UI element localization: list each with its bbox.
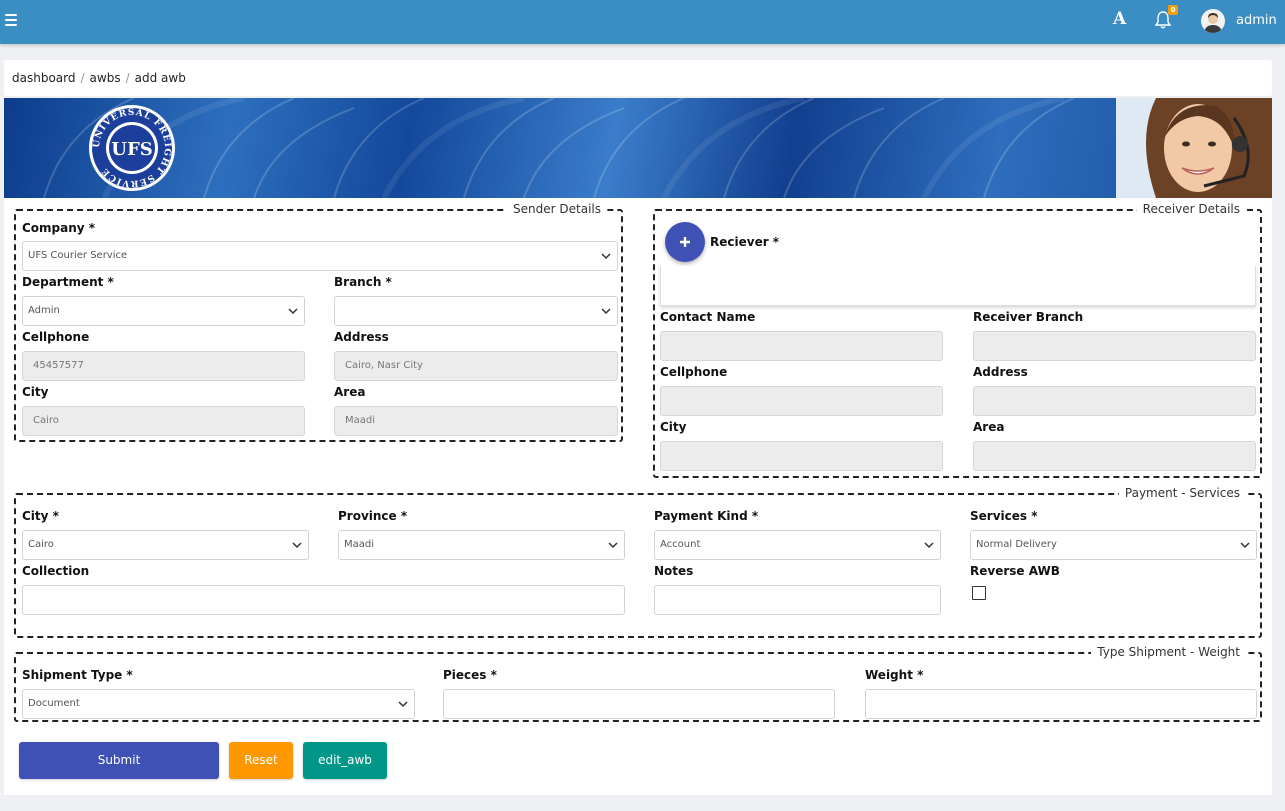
chevron-down-icon <box>924 542 934 549</box>
breadcrumb-awbs[interactable]: awbs <box>90 71 121 85</box>
contact-name-label: Contact Name <box>660 310 756 324</box>
breadcrumb-dashboard[interactable]: dashboard <box>12 71 75 85</box>
ufs-logo: UNIVERSAL FREIGHT SERVICE UFS <box>89 105 175 191</box>
payment-services-section: Payment - Services City * Cairo Province… <box>14 486 1262 638</box>
add-awb-card: UNIVERSAL FREIGHT SERVICE UFS Sender Det… <box>4 98 1272 795</box>
receiver-cellphone-field <box>660 386 943 416</box>
branch-select[interactable] <box>334 296 618 326</box>
receiver-autocomplete-input[interactable] <box>660 266 1256 306</box>
branch-label: Branch * <box>334 275 392 289</box>
payment-city-select[interactable]: Cairo <box>22 530 309 560</box>
reverse-awb-checkbox[interactable] <box>972 586 986 600</box>
sender-cellphone-label: Cellphone <box>22 330 90 344</box>
shipment-type-select[interactable]: Document <box>22 689 415 719</box>
chevron-down-icon <box>601 308 611 315</box>
payment-services-legend: Payment - Services <box>1118 486 1246 500</box>
payment-city-value: Cairo <box>28 539 54 550</box>
payment-city-label: City * <box>22 509 59 523</box>
notification-badge: 0 <box>1168 5 1178 15</box>
services-label: Services * <box>970 509 1038 523</box>
collection-input[interactable] <box>22 585 625 615</box>
sender-area-label: Area <box>334 385 366 399</box>
menu-icon[interactable] <box>5 14 17 26</box>
user-name[interactable]: admin <box>1236 13 1277 28</box>
receiver-address-field <box>973 386 1256 416</box>
contact-name-field <box>660 331 943 361</box>
receiver-city-field <box>660 441 943 471</box>
sender-city-field: Cairo <box>22 406 305 436</box>
sender-city-label: City <box>22 385 49 399</box>
add-receiver-button[interactable] <box>665 222 705 262</box>
department-label: Department * <box>22 275 114 289</box>
receiver-area-field <box>973 441 1256 471</box>
pieces-label: Pieces * <box>443 668 497 682</box>
notes-input[interactable] <box>654 585 941 615</box>
font-size-icon[interactable]: A <box>1113 9 1126 29</box>
shipment-weight-section: Type Shipment - Weight Shipment Type * D… <box>14 645 1262 722</box>
receiver-label: Reciever * <box>710 235 780 249</box>
top-navbar: A 0 admin <box>0 0 1285 44</box>
reset-button[interactable]: Reset <box>229 742 293 779</box>
user-avatar[interactable] <box>1201 9 1225 33</box>
weight-input[interactable] <box>865 689 1257 719</box>
chevron-down-icon <box>398 701 408 708</box>
shipment-weight-legend: Type Shipment - Weight <box>1091 645 1246 659</box>
notes-label: Notes <box>654 564 694 578</box>
payment-kind-value: Account <box>660 539 701 550</box>
sender-cellphone-field: 45457577 <box>22 351 305 381</box>
receiver-branch-label: Receiver Branch <box>973 310 1084 324</box>
pieces-input[interactable] <box>443 689 835 719</box>
edit-awb-button[interactable]: edit_awb <box>303 742 387 779</box>
breadcrumb: dashboard / awbs / add awb <box>4 60 1272 96</box>
receiver-address-label: Address <box>973 365 1028 379</box>
receiver-branch-field <box>973 331 1256 361</box>
shipment-type-label: Shipment Type * <box>22 668 133 682</box>
services-select[interactable]: Normal Delivery <box>970 530 1257 560</box>
collection-label: Collection <box>22 564 90 578</box>
receiver-details-legend: Receiver Details <box>1136 202 1246 216</box>
chevron-down-icon <box>601 253 611 260</box>
payment-kind-select[interactable]: Account <box>654 530 941 560</box>
breadcrumb-current: add awb <box>134 71 186 85</box>
svg-text:UFS: UFS <box>111 139 152 160</box>
department-select[interactable]: Admin <box>22 296 305 326</box>
chevron-down-icon <box>292 542 302 549</box>
province-select[interactable]: Maadi <box>338 530 625 560</box>
company-banner: UNIVERSAL FREIGHT SERVICE UFS <box>4 98 1272 198</box>
sender-address-label: Address <box>334 330 389 344</box>
breadcrumb-separator: / <box>80 71 85 85</box>
receiver-area-label: Area <box>973 420 1005 434</box>
receiver-city-label: City <box>660 420 687 434</box>
chevron-down-icon <box>288 308 298 315</box>
company-select[interactable]: UFS Courier Service <box>22 241 618 271</box>
chevron-down-icon <box>1240 542 1250 549</box>
chevron-down-icon <box>608 542 618 549</box>
province-label: Province * <box>338 509 408 523</box>
company-select-value: UFS Courier Service <box>28 250 128 261</box>
sender-details-legend: Sender Details <box>507 202 607 216</box>
services-select-value: Normal Delivery <box>976 539 1057 550</box>
receiver-cellphone-label: Cellphone <box>660 365 728 379</box>
payment-kind-label: Payment Kind * <box>654 509 759 523</box>
department-select-value: Admin <box>28 305 60 316</box>
plus-icon <box>680 237 690 247</box>
sender-address-field: Cairo, Nasr City <box>334 351 618 381</box>
reverse-awb-label: Reverse AWB <box>970 564 1060 578</box>
support-agent-image <box>1116 98 1272 198</box>
sender-details-section: Sender Details Company * UFS Courier Ser… <box>14 202 623 442</box>
breadcrumb-separator: / <box>125 71 130 85</box>
sender-area-field: Maadi <box>334 406 618 436</box>
banner-wave-pattern <box>43 98 1075 198</box>
company-label: Company * <box>22 221 96 235</box>
receiver-details-section: Receiver Details Reciever * Contact Name… <box>653 202 1262 478</box>
weight-label: Weight * <box>865 668 924 682</box>
shipment-type-value: Document <box>28 698 80 709</box>
submit-button[interactable]: Submit <box>19 742 219 779</box>
province-select-value: Maadi <box>344 539 375 550</box>
